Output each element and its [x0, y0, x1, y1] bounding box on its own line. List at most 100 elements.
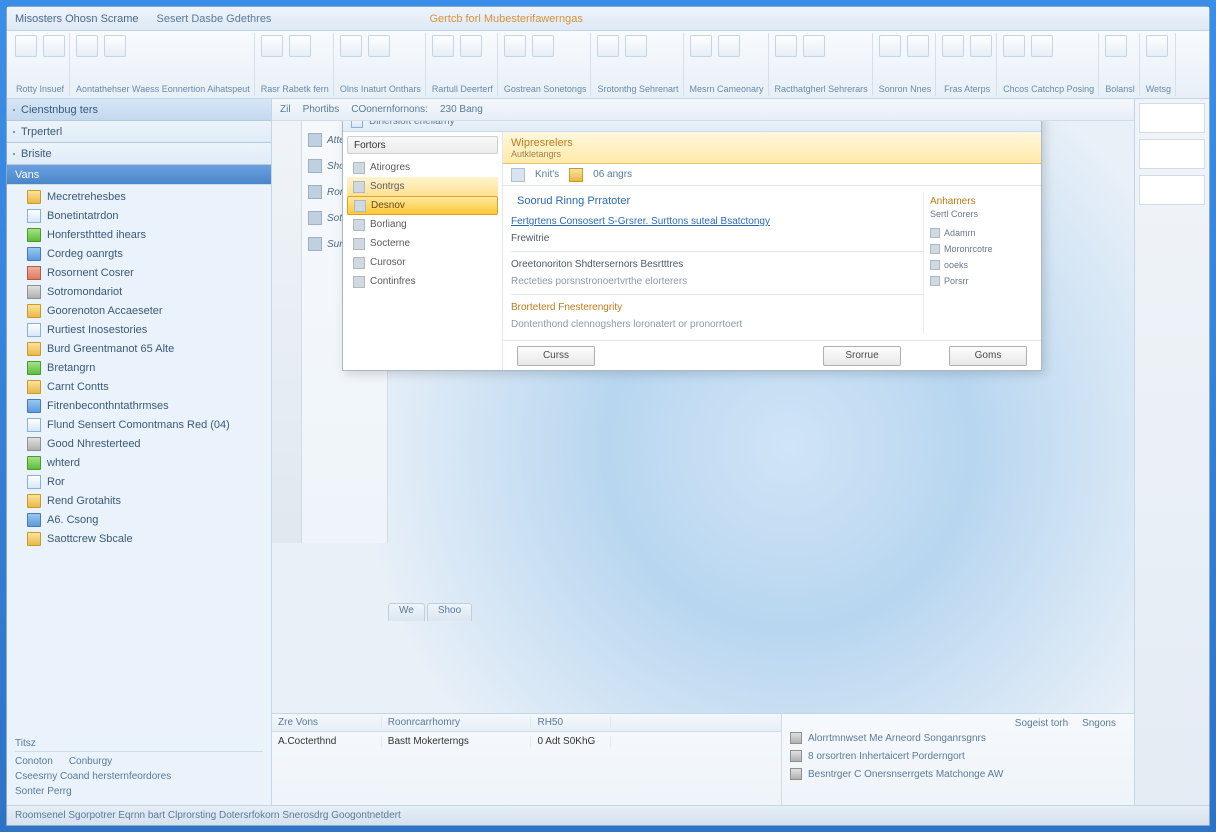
- item-icon: [27, 342, 41, 356]
- bottom-tab[interactable]: Shoo: [427, 603, 472, 621]
- footer-link-2[interactable]: Conburgy: [69, 756, 112, 767]
- col-header[interactable]: Zre Vons: [272, 717, 382, 728]
- sidebar-item[interactable]: Fitrenbeconthntathrmses: [7, 396, 271, 415]
- col-header[interactable]: Roonrcarrhomry: [382, 717, 532, 728]
- dialog-category[interactable]: Socterne: [347, 234, 498, 253]
- dialog-link[interactable]: Fertgrtens Consosert S-Grsrer. Surttons …: [511, 213, 923, 230]
- ribbon-button[interactable]: [15, 35, 37, 57]
- sidebar-item[interactable]: Goorenoton Accaeseter: [7, 301, 271, 320]
- footer-text-1: Cseesrny Coand hersternfeordores: [15, 769, 263, 784]
- category-icon: [354, 200, 366, 212]
- ribbon-button[interactable]: [432, 35, 454, 57]
- ribbon-button[interactable]: [76, 35, 98, 57]
- dialog-tab[interactable]: Fortors: [347, 136, 498, 154]
- ribbon-label: Bolansl: [1105, 84, 1135, 94]
- right-widget[interactable]: [1139, 139, 1205, 169]
- dialog-category[interactable]: Atirogres: [347, 158, 498, 177]
- info-item[interactable]: 8 orsortren Inhertaicert Porderngort: [790, 747, 1126, 765]
- dialog-buttons: Curss Srorrue Goms: [503, 340, 1041, 370]
- ribbon-button[interactable]: [970, 35, 992, 57]
- ribbon-button[interactable]: [1003, 35, 1025, 57]
- ribbon-button[interactable]: [104, 35, 126, 57]
- ribbon-button[interactable]: [625, 35, 647, 57]
- info-item[interactable]: Besntrger C Onersnserrgets Matchonge AW: [790, 765, 1126, 783]
- sidebar-item[interactable]: Rurtiest Inosestories: [7, 320, 271, 339]
- sidebar-item[interactable]: A6. Csong: [7, 510, 271, 529]
- bottom-tab[interactable]: We: [388, 603, 425, 621]
- sidebar-item[interactable]: Saottcrew Sbcale: [7, 529, 271, 548]
- sidebar-item[interactable]: Bretangrn: [7, 358, 271, 377]
- table-row[interactable]: [272, 750, 781, 768]
- sidebar-item[interactable]: Honfersthtted ihears: [7, 225, 271, 244]
- ribbon-button[interactable]: [1105, 35, 1127, 57]
- sidebar-item[interactable]: Rend Grotahits: [7, 491, 271, 510]
- side-item[interactable]: Porsrr: [930, 273, 1027, 289]
- subtool-a[interactable]: Zil: [280, 104, 291, 115]
- side-item[interactable]: ooeks: [930, 257, 1027, 273]
- dialog-category[interactable]: Borliang: [347, 215, 498, 234]
- table-row[interactable]: A.CocterthndBastt Mokerterngs0 Adt S0KhG: [272, 732, 781, 750]
- dialog-btn-1[interactable]: Curss: [517, 346, 595, 366]
- sidebar-header-1[interactable]: Cienstnbug ters: [7, 99, 271, 121]
- right-widget[interactable]: [1139, 103, 1205, 133]
- tool-b[interactable]: 06 angrs: [593, 169, 632, 180]
- dialog-category[interactable]: Sontrgs: [347, 177, 498, 196]
- sidebar-header-3[interactable]: Brisite: [7, 143, 271, 165]
- sidebar-item[interactable]: Rosornent Cosrer: [7, 263, 271, 282]
- sidebar-header-2[interactable]: Trperterl: [7, 121, 271, 143]
- sidebar-section-active[interactable]: Vans: [7, 165, 271, 185]
- side-item[interactable]: Moronrcotre: [930, 241, 1027, 257]
- ribbon-button[interactable]: [942, 35, 964, 57]
- footer-text-2: Sonter Perrg: [15, 784, 263, 799]
- ribbon-button[interactable]: [907, 35, 929, 57]
- info-icon: [790, 768, 802, 780]
- sidebar-item[interactable]: Cordeg oanrgts: [7, 244, 271, 263]
- dialog-category[interactable]: Curosor: [347, 253, 498, 272]
- info-item[interactable]: Alorrtmnwset Me Arneord Songanrsgnrs: [790, 729, 1126, 747]
- ribbon-button[interactable]: [803, 35, 825, 57]
- sidebar-item[interactable]: Flund Sensert Comontmans Red (04): [7, 415, 271, 434]
- col-header[interactable]: RH50: [531, 717, 611, 728]
- ribbon-button[interactable]: [43, 35, 65, 57]
- ribbon-button[interactable]: [460, 35, 482, 57]
- tool-icon[interactable]: [511, 168, 525, 182]
- ribbon-button[interactable]: [340, 35, 362, 57]
- dialog-row[interactable]: Oreetonoriton Shdtersernors Besrtttres: [511, 256, 923, 273]
- ribbon-button[interactable]: [879, 35, 901, 57]
- dialog-btn-3[interactable]: Goms: [949, 346, 1027, 366]
- subtool-b[interactable]: Phortibs: [303, 104, 340, 115]
- ribbon-button[interactable]: [1031, 35, 1053, 57]
- dialog-category[interactable]: Desnov: [347, 196, 498, 215]
- ribbon-button[interactable]: [690, 35, 712, 57]
- dialog-category[interactable]: Continfres: [347, 272, 498, 291]
- folder-icon[interactable]: [569, 168, 583, 182]
- sidebar: Cienstnbug ters Trperterl Brisite Vans M…: [7, 99, 272, 805]
- sidebar-item[interactable]: Burd Greentmanot 65 Alte: [7, 339, 271, 358]
- ribbon-button[interactable]: [597, 35, 619, 57]
- right-widget[interactable]: [1139, 175, 1205, 205]
- ribbon-button[interactable]: [504, 35, 526, 57]
- title-context: Gertcb forl Mubesterifawerngas: [429, 13, 582, 25]
- sidebar-item[interactable]: Mecretrehesbes: [7, 187, 271, 206]
- setting-icon: [13, 153, 15, 155]
- ribbon-button[interactable]: [289, 35, 311, 57]
- sidebar-item[interactable]: Good Nhresterteed: [7, 434, 271, 453]
- ribbon-button[interactable]: [1146, 35, 1168, 57]
- ribbon-button[interactable]: [718, 35, 740, 57]
- table-row[interactable]: [272, 768, 781, 786]
- sidebar-item[interactable]: Bonetintatrdon: [7, 206, 271, 225]
- footer-link-1[interactable]: Conoton: [15, 756, 53, 767]
- sidebar-item[interactable]: Ror: [7, 472, 271, 491]
- ribbon-button[interactable]: [368, 35, 390, 57]
- tool-a[interactable]: Knit's: [535, 169, 559, 180]
- sidebar-item[interactable]: whterd: [7, 453, 271, 472]
- ribbon-button[interactable]: [775, 35, 797, 57]
- side-item[interactable]: Adamrn: [930, 225, 1027, 241]
- sidebar-item[interactable]: Sotromondariot: [7, 282, 271, 301]
- nav-icon: [308, 133, 322, 147]
- ribbon-button[interactable]: [261, 35, 283, 57]
- dialog-btn-2[interactable]: Srorrue: [823, 346, 901, 366]
- dialog-icon: [351, 121, 363, 128]
- ribbon-button[interactable]: [532, 35, 554, 57]
- sidebar-item[interactable]: Carnt Contts: [7, 377, 271, 396]
